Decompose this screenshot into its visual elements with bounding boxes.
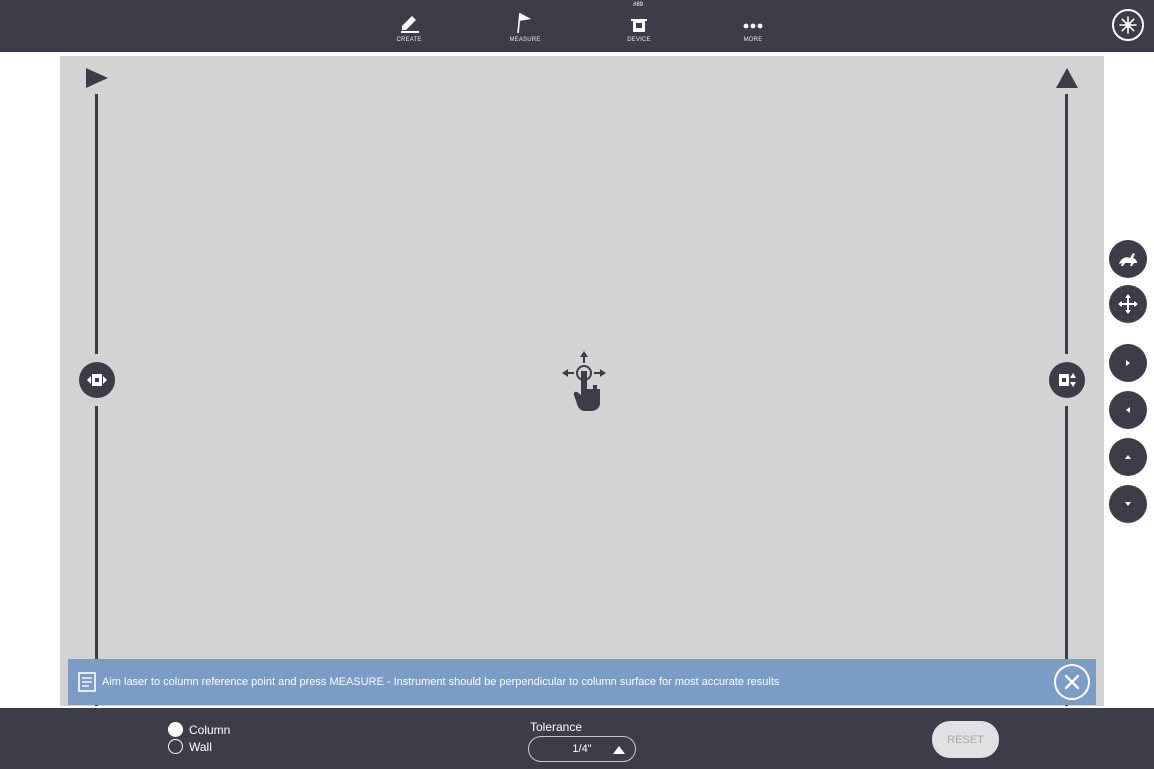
tolerance-value: 1/4" (572, 743, 592, 755)
nudge-left-button[interactable] (1109, 391, 1147, 429)
nudge-right-button[interactable] (1109, 344, 1147, 382)
laser-toggle-button[interactable] (1112, 9, 1144, 41)
right-rail-up-icon[interactable] (1056, 68, 1078, 88)
aim-viewport[interactable] (60, 56, 1104, 706)
arrow-left-icon (1126, 407, 1130, 413)
nav-device[interactable]: #89 DEVICE (604, 2, 674, 48)
left-rail-top (95, 94, 98, 354)
radio-column[interactable] (168, 722, 183, 737)
nav-measure[interactable]: MEASURE (490, 6, 560, 48)
pan-hand-icon (562, 351, 606, 411)
nudge-down-button[interactable] (1109, 485, 1147, 523)
instruction-banner: Aim laser to column reference point and … (68, 659, 1096, 705)
left-rail-play-icon[interactable] (86, 68, 108, 88)
more-dots-icon (739, 6, 767, 34)
nav-create-label: CREATE (396, 37, 422, 43)
rabbit-speed-icon (1119, 253, 1137, 266)
instrument-vertical-icon (1059, 373, 1076, 387)
close-icon (1064, 674, 1080, 690)
option-column[interactable]: Column (168, 722, 230, 737)
nav-measure-label: MEASURE (509, 37, 541, 43)
tolerance-select[interactable]: 1/4" (528, 736, 636, 762)
nav-create[interactable]: CREATE (374, 6, 444, 48)
speed-toggle-button[interactable] (1109, 240, 1147, 278)
reset-button[interactable]: RESET (932, 721, 999, 758)
caret-up-icon (613, 746, 625, 754)
right-rail-marker[interactable] (1049, 362, 1085, 398)
nav-device-label: DEVICE (627, 37, 651, 43)
document-icon (78, 672, 96, 692)
move-arrows-icon (1118, 294, 1138, 314)
nav-more-label: MORE (743, 37, 763, 43)
option-column-label: Column (189, 722, 231, 737)
instruction-text: Aim laser to column reference point and … (102, 676, 780, 688)
radio-wall[interactable] (168, 739, 183, 754)
laser-star-icon (1119, 16, 1137, 34)
option-wall[interactable]: Wall (168, 739, 212, 754)
tolerance-label: Tolerance (530, 720, 583, 734)
option-wall-label: Wall (189, 739, 212, 754)
instrument-icon: #89 (625, 2, 653, 34)
arrow-right-icon (1126, 360, 1130, 366)
pencil-icon (395, 6, 423, 34)
flag-icon (511, 6, 539, 34)
nav-more[interactable]: MORE (718, 6, 788, 48)
right-rail-top (1065, 94, 1068, 354)
arrow-down-icon (1125, 502, 1131, 506)
arrow-up-icon (1125, 455, 1131, 459)
banner-close-button[interactable] (1054, 664, 1090, 700)
move-button[interactable] (1109, 285, 1147, 323)
nudge-up-button[interactable] (1109, 438, 1147, 476)
instrument-horizontal-icon (87, 374, 107, 386)
bottom-toolbar: Column Wall Tolerance 1/4" RESET (0, 708, 1154, 769)
device-badge: #89 (633, 2, 644, 8)
left-rail-marker[interactable] (79, 362, 115, 398)
top-toolbar: CREATE MEASURE #89 DEVICE MORE (0, 0, 1154, 52)
